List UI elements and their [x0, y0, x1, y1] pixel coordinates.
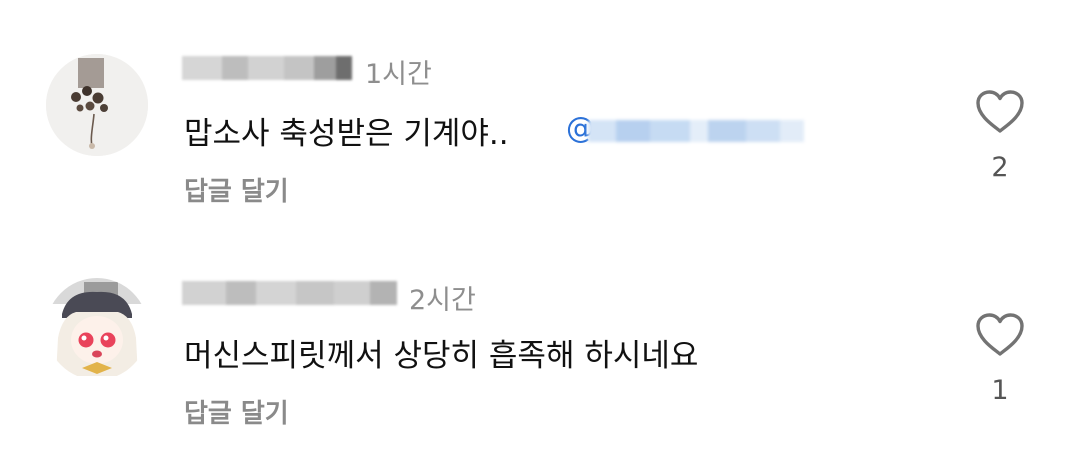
avatar-image: [46, 278, 148, 380]
comment-item: 2시간 머신스피릿께서 상당히 흡족해 하시네요 답글 달기 1: [0, 226, 1080, 429]
avatar[interactable]: [46, 278, 148, 380]
like-button[interactable]: [975, 89, 1025, 135]
comment-text: 맙소사 축성받은 기계야..: [184, 116, 509, 152]
heart-outline-icon: [976, 90, 1024, 133]
avatar-image: [46, 54, 148, 156]
username-redacted[interactable]: [182, 281, 397, 305]
avatar[interactable]: [46, 54, 148, 156]
like-count: 2: [991, 152, 1009, 183]
reply-button[interactable]: 답글 달기: [184, 171, 289, 208]
mention-redacted: [588, 118, 804, 144]
like-count: 1: [991, 375, 1009, 406]
reply-button[interactable]: 답글 달기: [184, 393, 289, 430]
comment-timestamp: 2시간: [409, 285, 476, 316]
like-button[interactable]: [975, 312, 1025, 358]
username-redacted[interactable]: [182, 56, 352, 80]
comment-item: 1시간 맙소사 축성받은 기계야.. @ 답글 달기 2: [0, 0, 1080, 207]
comment-text: 머신스피릿께서 상당히 흡족해 하시네요: [184, 338, 699, 374]
comment-timestamp: 1시간: [365, 59, 432, 90]
heart-outline-icon: [976, 313, 1024, 356]
